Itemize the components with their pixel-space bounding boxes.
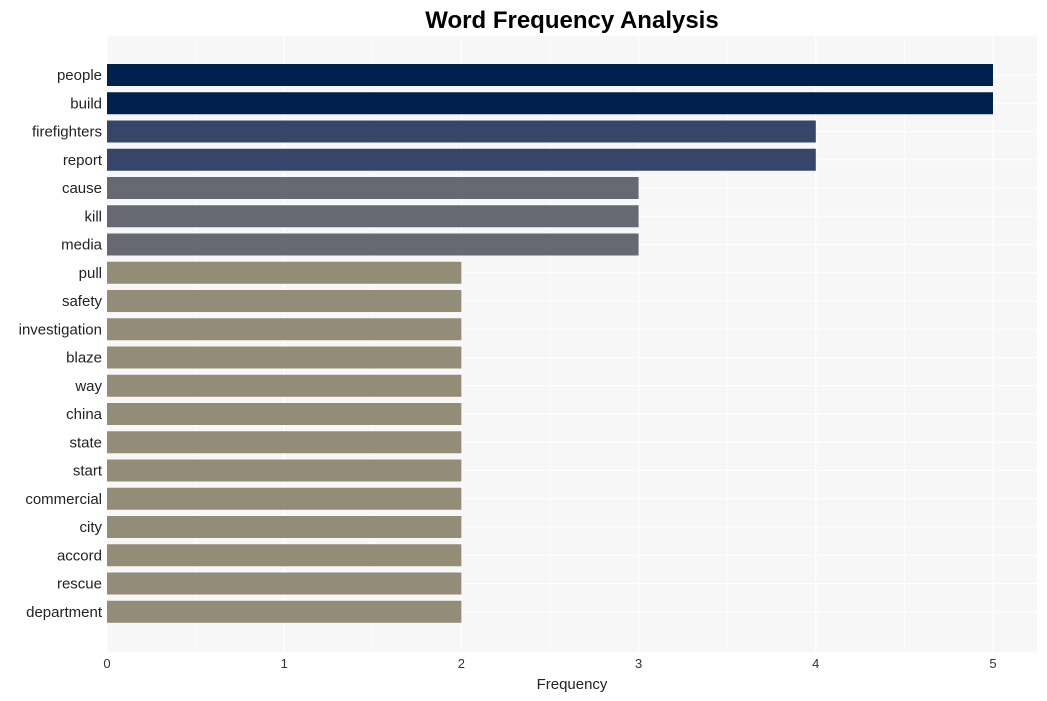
y-tick-label: china bbox=[66, 406, 103, 423]
y-tick-label: report bbox=[63, 152, 103, 169]
bar-china bbox=[107, 403, 462, 425]
word-frequency-chart: Word Frequency Analysis people build firef… bbox=[19, 7, 1037, 693]
bar-kill bbox=[107, 205, 639, 228]
y-tick-label: blaze bbox=[66, 350, 102, 367]
x-tick-label: 0 bbox=[103, 656, 110, 671]
y-tick-label: accord bbox=[57, 547, 102, 564]
y-tick-label: state bbox=[69, 434, 102, 451]
bar-rescue bbox=[107, 572, 462, 595]
x-tick-label: 1 bbox=[281, 656, 288, 671]
x-axis-ticks: 0 1 2 3 4 5 bbox=[103, 656, 996, 671]
bar-start bbox=[107, 459, 462, 482]
y-tick-label: kill bbox=[85, 208, 103, 225]
y-tick-label: media bbox=[61, 237, 103, 254]
bar-blaze bbox=[107, 346, 462, 369]
bar-commercial bbox=[107, 487, 462, 510]
y-tick-label: way bbox=[74, 378, 102, 395]
y-tick-label: safety bbox=[62, 293, 103, 310]
bar-state bbox=[107, 431, 462, 454]
bar-accord bbox=[107, 544, 462, 567]
y-tick-label: people bbox=[57, 67, 102, 84]
bar-department bbox=[107, 600, 462, 623]
bar-investigation bbox=[107, 318, 462, 341]
bar-pull bbox=[107, 261, 462, 284]
bar-media bbox=[107, 233, 639, 256]
bar-report bbox=[107, 148, 816, 171]
bar-firefighters bbox=[107, 120, 816, 143]
y-tick-label: start bbox=[73, 463, 103, 480]
bar-people bbox=[107, 64, 993, 86]
chart-title: Word Frequency Analysis bbox=[425, 7, 718, 34]
bar-cause bbox=[107, 177, 639, 199]
bar-city bbox=[107, 516, 462, 538]
x-axis-label: Frequency bbox=[537, 676, 608, 693]
y-axis-labels: people build firefighters report cause kill me… bbox=[19, 67, 103, 621]
y-tick-label: investigation bbox=[19, 321, 102, 338]
x-tick-label: 5 bbox=[989, 656, 996, 671]
y-tick-label: commercial bbox=[25, 491, 102, 508]
bar-way bbox=[107, 374, 462, 397]
y-tick-label: build bbox=[70, 95, 102, 112]
y-tick-label: rescue bbox=[57, 576, 102, 593]
y-tick-label: department bbox=[26, 604, 103, 621]
x-tick-label: 4 bbox=[812, 656, 819, 671]
y-tick-label: pull bbox=[79, 265, 102, 282]
y-tick-label: firefighters bbox=[32, 124, 102, 141]
y-tick-label: cause bbox=[62, 180, 102, 197]
bar-safety bbox=[107, 290, 462, 312]
x-tick-label: 3 bbox=[635, 656, 642, 671]
bar-build bbox=[107, 92, 993, 115]
y-tick-label: city bbox=[80, 519, 103, 536]
x-tick-label: 2 bbox=[458, 656, 465, 671]
